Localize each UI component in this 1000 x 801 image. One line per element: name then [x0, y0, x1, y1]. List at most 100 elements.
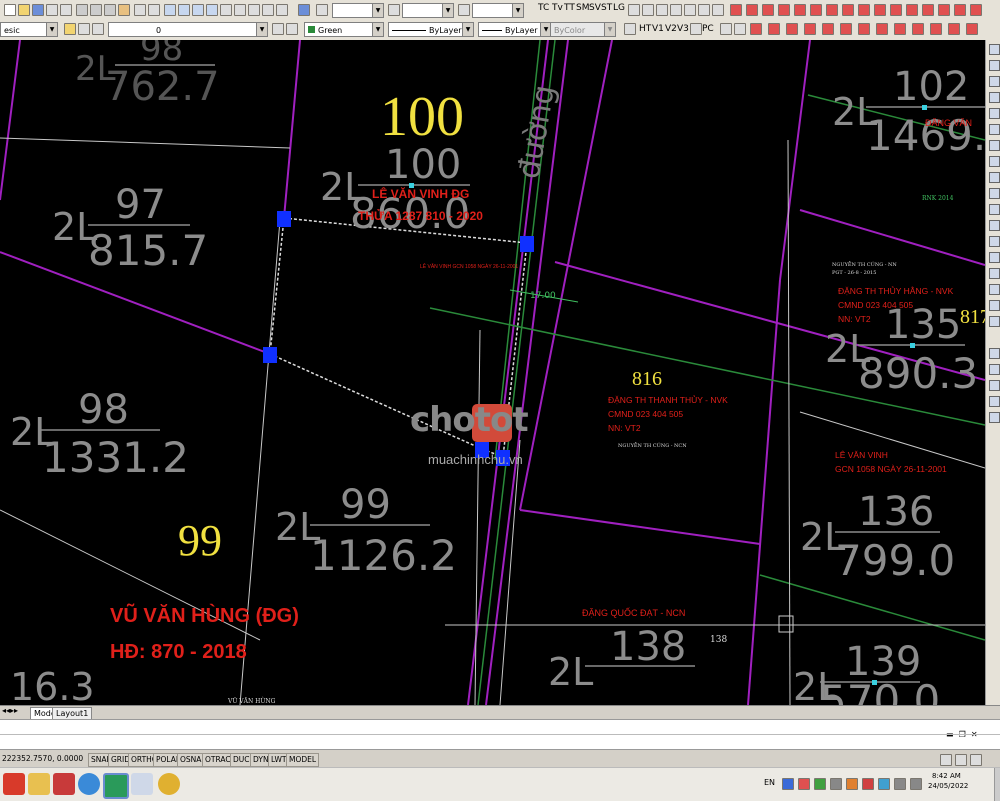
tool-ht[interactable]: HT	[639, 24, 651, 34]
stretch-icon[interactable]	[989, 172, 1000, 183]
extend-icon[interactable]	[989, 204, 1000, 215]
text-tool-sm[interactable]: SM	[576, 3, 589, 13]
tool-x15-icon[interactable]	[966, 23, 978, 35]
fillet-icon[interactable]	[989, 268, 1000, 279]
table-style-combo[interactable]: ▼	[472, 3, 524, 18]
layer-state-icon[interactable]	[78, 23, 90, 35]
tool-palettes-icon[interactable]	[248, 4, 260, 16]
tool-o-icon[interactable]	[842, 4, 854, 16]
linetype-combo[interactable]: ByLayer ▼	[388, 22, 474, 37]
tool-pc[interactable]: PC	[702, 24, 714, 34]
zoom-realtime-icon[interactable]	[178, 4, 190, 16]
scale-icon[interactable]	[989, 156, 1000, 167]
tool-x14-icon[interactable]	[948, 23, 960, 35]
tool-x10-icon[interactable]	[876, 23, 888, 35]
color-combo[interactable]: Green ▼	[304, 22, 384, 37]
ht-tool-icon[interactable]	[624, 23, 636, 35]
chamfer-icon[interactable]	[989, 252, 1000, 263]
text-tool-sv[interactable]: SV	[589, 3, 601, 13]
tool-x2-icon[interactable]	[734, 23, 746, 35]
tray-icon-3[interactable]	[814, 778, 826, 790]
calc-icon[interactable]	[298, 4, 310, 16]
tool-x1-icon[interactable]	[720, 23, 732, 35]
rt-tool-22-icon[interactable]	[989, 396, 1000, 407]
clock-date[interactable]: 24/05/2022	[928, 782, 968, 790]
tool-v3[interactable]: V3	[677, 24, 689, 34]
pc-icon[interactable]	[690, 23, 702, 35]
grip-handle[interactable]	[277, 211, 291, 227]
copy-icon[interactable]	[90, 4, 102, 16]
tool-x6-icon[interactable]	[804, 23, 816, 35]
layer-prev-icon[interactable]	[92, 23, 104, 35]
tool-a-icon[interactable]	[628, 4, 640, 16]
dim-style-combo[interactable]: ▼	[402, 3, 454, 18]
tool-f-icon[interactable]	[698, 4, 710, 16]
plot-icon[interactable]	[46, 4, 58, 16]
rt-tool-23-icon[interactable]	[989, 412, 1000, 423]
tool-l-icon[interactable]	[794, 4, 806, 16]
rt-tool-17-icon[interactable]	[989, 300, 1000, 311]
markup-icon[interactable]	[276, 4, 288, 16]
tool-u-icon[interactable]	[938, 4, 950, 16]
network-icon[interactable]	[894, 778, 906, 790]
volume-icon[interactable]	[910, 778, 922, 790]
tool-b-icon[interactable]	[642, 4, 654, 16]
tool-h-icon[interactable]	[730, 4, 742, 16]
match-properties-icon[interactable]	[118, 4, 130, 16]
join-icon[interactable]	[989, 236, 1000, 247]
tool-g-icon[interactable]	[712, 4, 724, 16]
new-icon[interactable]	[4, 4, 16, 16]
open-icon[interactable]	[18, 4, 30, 16]
command-line[interactable]: ▬ ❐ ✕	[0, 719, 1000, 750]
table-style-icon[interactable]	[458, 4, 470, 16]
layer-combo[interactable]: 0 ▼	[108, 22, 268, 37]
trim-icon[interactable]	[989, 188, 1000, 199]
text-style-icon[interactable]	[316, 4, 328, 16]
design-center-icon[interactable]	[234, 4, 246, 16]
drawing-svg[interactable]: 2L 98 762.7 2L 100 860.0 2L 97 815.7 2L …	[0, 40, 985, 705]
save-icon[interactable]	[32, 4, 44, 16]
command-window-controls[interactable]: ▬ ❐ ✕	[946, 722, 996, 739]
grip-handle[interactable]	[263, 347, 277, 363]
tool-w-icon[interactable]	[970, 4, 982, 16]
active-app-icon[interactable]	[103, 773, 129, 799]
grip-handle[interactable]	[520, 236, 534, 252]
layer-previous-icon[interactable]	[286, 23, 298, 35]
status-tray-c-icon[interactable]	[970, 754, 982, 766]
redo-icon[interactable]	[148, 4, 160, 16]
array-icon[interactable]	[989, 108, 1000, 119]
status-tray-a-icon[interactable]	[940, 754, 952, 766]
tool-t-icon[interactable]	[922, 4, 934, 16]
status-tray-b-icon[interactable]	[955, 754, 967, 766]
tool-v-icon[interactable]	[954, 4, 966, 16]
file-explorer-icon[interactable]	[28, 773, 50, 795]
explode-icon[interactable]	[989, 284, 1000, 295]
zoom-previous-icon[interactable]	[206, 4, 218, 16]
copy-object-icon[interactable]	[989, 60, 1000, 71]
tool-v1[interactable]: V1	[652, 24, 664, 34]
tool-n-icon[interactable]	[826, 4, 838, 16]
text-tool-tv[interactable]: Tv	[552, 3, 563, 13]
tray-icon-2[interactable]	[798, 778, 810, 790]
plotstyle-combo[interactable]: ByColor ▼	[550, 22, 616, 37]
tray-icon-7[interactable]	[878, 778, 890, 790]
tool-s-icon[interactable]	[906, 4, 918, 16]
tool-x13-icon[interactable]	[930, 23, 942, 35]
zalo-icon[interactable]	[78, 773, 100, 795]
tray-icon-4[interactable]	[830, 778, 842, 790]
app-red-icon[interactable]	[3, 773, 25, 795]
tool-k-icon[interactable]	[778, 4, 790, 16]
properties-icon[interactable]	[220, 4, 232, 16]
tool-j-icon[interactable]	[762, 4, 774, 16]
text-tool-tc[interactable]: TC	[538, 3, 549, 13]
cut-icon[interactable]	[76, 4, 88, 16]
tool-x12-icon[interactable]	[912, 23, 924, 35]
tab-scroll-arrows-icon[interactable]: ◂◂▸▸	[2, 706, 18, 715]
tool-x5-icon[interactable]	[786, 23, 798, 35]
zoom-window-icon[interactable]	[192, 4, 204, 16]
tool-x7-icon[interactable]	[822, 23, 834, 35]
document-icon[interactable]	[131, 773, 153, 795]
show-desktop-button[interactable]	[994, 768, 1000, 801]
paste-icon[interactable]	[104, 4, 116, 16]
rt-tool-20-icon[interactable]	[989, 364, 1000, 375]
